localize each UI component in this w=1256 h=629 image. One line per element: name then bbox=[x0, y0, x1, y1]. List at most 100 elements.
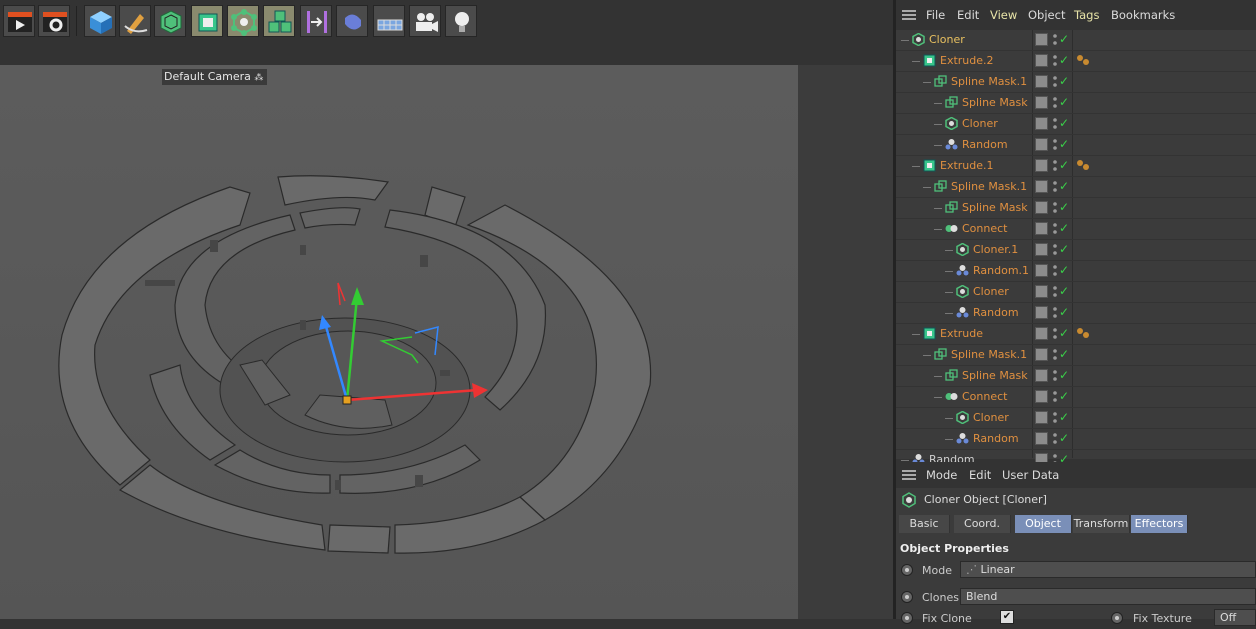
visibility-dots-icon[interactable] bbox=[1053, 431, 1057, 447]
cloner-button[interactable] bbox=[227, 5, 259, 37]
cube-button[interactable] bbox=[84, 5, 116, 37]
object-name[interactable]: Random.1 bbox=[973, 264, 1029, 277]
layer-toggle[interactable] bbox=[1035, 390, 1048, 403]
visibility-dots-icon[interactable] bbox=[1053, 347, 1057, 363]
visibility-dots-icon[interactable] bbox=[1053, 200, 1057, 216]
layer-toggle[interactable] bbox=[1035, 348, 1048, 361]
enabled-check-icon[interactable]: ✓ bbox=[1059, 32, 1069, 46]
enabled-check-icon[interactable]: ✓ bbox=[1059, 116, 1069, 130]
object-row[interactable]: Connect ✓ bbox=[896, 387, 1256, 408]
object-name[interactable]: Random bbox=[962, 138, 1008, 151]
layer-toggle[interactable] bbox=[1035, 432, 1048, 445]
object-name[interactable]: Spline Mask bbox=[962, 201, 1028, 214]
enabled-check-icon[interactable]: ✓ bbox=[1059, 53, 1069, 67]
array-button[interactable] bbox=[263, 5, 295, 37]
object-row[interactable]: Cloner ✓ bbox=[896, 30, 1256, 51]
object-row[interactable]: Random ✓ bbox=[896, 429, 1256, 450]
object-name[interactable]: Cloner.1 bbox=[973, 243, 1018, 256]
object-row[interactable]: Spline Mask.1 ✓ bbox=[896, 345, 1256, 366]
object-row[interactable]: Cloner.1 ✓ bbox=[896, 240, 1256, 261]
object-name[interactable]: Connect bbox=[962, 222, 1007, 235]
layer-toggle[interactable] bbox=[1035, 54, 1048, 67]
object-row[interactable]: Spline Mask ✓ bbox=[896, 366, 1256, 387]
enabled-check-icon[interactable]: ✓ bbox=[1059, 179, 1069, 193]
floor-button[interactable] bbox=[373, 5, 405, 37]
layer-toggle[interactable] bbox=[1035, 33, 1048, 46]
clones-dropdown[interactable]: Blend bbox=[960, 588, 1256, 605]
layer-toggle[interactable] bbox=[1035, 180, 1048, 193]
enabled-check-icon[interactable]: ✓ bbox=[1059, 347, 1069, 361]
enabled-check-icon[interactable]: ✓ bbox=[1059, 74, 1069, 88]
object-row[interactable]: Connect ✓ bbox=[896, 219, 1256, 240]
light-button[interactable] bbox=[445, 5, 477, 37]
object-name[interactable]: Extrude.1 bbox=[940, 159, 994, 172]
visibility-dots-icon[interactable] bbox=[1053, 326, 1057, 342]
enabled-check-icon[interactable]: ✓ bbox=[1059, 158, 1069, 172]
visibility-dots-icon[interactable] bbox=[1053, 74, 1057, 90]
object-row[interactable]: Random ✓ bbox=[896, 303, 1256, 324]
object-name[interactable]: Spline Mask.1 bbox=[951, 75, 1027, 88]
visibility-dots-icon[interactable] bbox=[1053, 242, 1057, 258]
layer-toggle[interactable] bbox=[1035, 96, 1048, 109]
visibility-dots-icon[interactable] bbox=[1053, 263, 1057, 279]
enabled-check-icon[interactable]: ✓ bbox=[1059, 389, 1069, 403]
object-row[interactable]: Cloner ✓ bbox=[896, 114, 1256, 135]
object-name[interactable]: Spline Mask.1 bbox=[951, 180, 1027, 193]
menu-edit[interactable]: Edit bbox=[957, 8, 979, 22]
fix-clone-checkbox[interactable]: ✔ bbox=[1000, 610, 1014, 624]
visibility-dots-icon[interactable] bbox=[1053, 158, 1057, 174]
object-row[interactable]: Spline Mask ✓ bbox=[896, 93, 1256, 114]
enabled-check-icon[interactable]: ✓ bbox=[1059, 263, 1069, 277]
enabled-check-icon[interactable]: ✓ bbox=[1059, 431, 1069, 445]
visibility-dots-icon[interactable] bbox=[1053, 116, 1057, 132]
layer-toggle[interactable] bbox=[1035, 117, 1048, 130]
tab-basic[interactable]: Basic bbox=[899, 515, 950, 533]
menu-file[interactable]: File bbox=[926, 8, 945, 22]
enabled-check-icon[interactable]: ✓ bbox=[1059, 368, 1069, 382]
object-name[interactable]: Random bbox=[973, 306, 1019, 319]
layer-toggle[interactable] bbox=[1035, 285, 1048, 298]
object-row[interactable]: Random ✓ bbox=[896, 135, 1256, 156]
attr-menu-hamburger-icon[interactable] bbox=[902, 470, 916, 480]
visibility-dots-icon[interactable] bbox=[1053, 95, 1057, 111]
object-name[interactable]: Extrude.2 bbox=[940, 54, 994, 67]
object-row[interactable]: Cloner ✓ bbox=[896, 282, 1256, 303]
field-button[interactable] bbox=[300, 5, 332, 37]
layer-toggle[interactable] bbox=[1035, 327, 1048, 340]
enabled-check-icon[interactable]: ✓ bbox=[1059, 200, 1069, 214]
object-name[interactable]: Random bbox=[973, 432, 1019, 445]
layer-toggle[interactable] bbox=[1035, 159, 1048, 172]
object-name[interactable]: Connect bbox=[962, 390, 1007, 403]
layer-toggle[interactable] bbox=[1035, 222, 1048, 235]
enabled-check-icon[interactable]: ✓ bbox=[1059, 284, 1069, 298]
object-row[interactable]: Cloner ✓ bbox=[896, 408, 1256, 429]
object-row[interactable]: Spline Mask.1 ✓ bbox=[896, 72, 1256, 93]
tag-icon[interactable] bbox=[1076, 327, 1090, 339]
object-name[interactable]: Extrude bbox=[940, 327, 983, 340]
visibility-dots-icon[interactable] bbox=[1053, 32, 1057, 48]
object-row[interactable]: Spline Mask ✓ bbox=[896, 198, 1256, 219]
deformer-button[interactable] bbox=[336, 5, 368, 37]
mode-anim-icon[interactable] bbox=[901, 564, 913, 576]
enabled-check-icon[interactable]: ✓ bbox=[1059, 137, 1069, 151]
render-settings-button[interactable] bbox=[38, 5, 70, 37]
object-row[interactable]: Extrude.1 ✓ bbox=[896, 156, 1256, 177]
mode-dropdown[interactable]: ⋰ Linear bbox=[960, 561, 1256, 578]
tag-icon[interactable] bbox=[1076, 54, 1090, 66]
fix-clone-anim-icon[interactable] bbox=[901, 612, 913, 624]
object-name[interactable]: Spline Mask bbox=[962, 96, 1028, 109]
3d-viewport[interactable] bbox=[0, 65, 893, 619]
menu-user-data[interactable]: User Data bbox=[1002, 468, 1059, 482]
tab-transform[interactable]: Transform bbox=[1073, 515, 1130, 533]
enabled-check-icon[interactable]: ✓ bbox=[1059, 221, 1069, 235]
object-row[interactable]: Extrude ✓ bbox=[896, 324, 1256, 345]
fix-texture-anim-icon[interactable] bbox=[1111, 612, 1123, 624]
camera-button[interactable] bbox=[409, 5, 441, 37]
menu-edit-attr[interactable]: Edit bbox=[969, 468, 991, 482]
object-name[interactable]: Spline Mask bbox=[962, 369, 1028, 382]
menu-hamburger-icon[interactable] bbox=[902, 10, 916, 20]
visibility-dots-icon[interactable] bbox=[1053, 368, 1057, 384]
enabled-check-icon[interactable]: ✓ bbox=[1059, 242, 1069, 256]
tab-effectors[interactable]: Effectors bbox=[1131, 515, 1188, 533]
enabled-check-icon[interactable]: ✓ bbox=[1059, 95, 1069, 109]
